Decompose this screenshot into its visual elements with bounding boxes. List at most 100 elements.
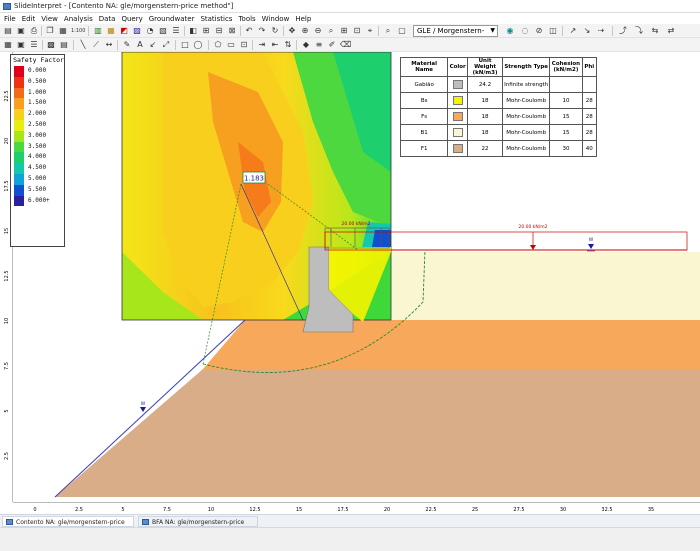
- select-icon[interactable]: ▭: [226, 40, 236, 50]
- horizontal-ruler: 0 2.5 5 7.5 10 12.5 15 17.5 20 22.5 25 2…: [13, 502, 700, 514]
- water-table-icon-left: [140, 407, 146, 412]
- menu-groundwater[interactable]: Groundwater: [149, 15, 195, 23]
- arrow-tool-3-icon[interactable]: ⇢: [596, 26, 606, 36]
- menu-data[interactable]: Data: [99, 15, 116, 23]
- mode-icon[interactable]: ▢: [397, 26, 407, 36]
- model-workspace[interactable]: 22.5 20 17.5 15 12.5 10 7.5 5 2.5 1.183 …: [0, 52, 700, 514]
- move-icon[interactable]: ⇥: [257, 40, 267, 50]
- nav-2-icon[interactable]: ⤵: [634, 26, 644, 36]
- zoom-scale-label[interactable]: 1:100: [71, 26, 85, 36]
- zoom-in-icon[interactable]: ⊕: [300, 26, 310, 36]
- nav-3-icon[interactable]: ⇆: [650, 26, 660, 36]
- color-icon[interactable]: ◆: [301, 40, 311, 50]
- flip-icon[interactable]: ⇅: [283, 40, 293, 50]
- line-style-icon[interactable]: ≡: [314, 40, 324, 50]
- menu-help[interactable]: Help: [295, 15, 311, 23]
- grid-icon[interactable]: ▦: [106, 26, 116, 36]
- undo-icon[interactable]: ↶: [244, 26, 254, 36]
- arrow-icon[interactable]: ↙: [148, 40, 158, 50]
- menu-file[interactable]: File: [4, 15, 16, 23]
- legend-label: 3.000: [28, 131, 47, 139]
- pan-icon[interactable]: ✥: [287, 26, 297, 36]
- arrow-tool-2-icon[interactable]: ↘: [582, 26, 592, 36]
- doc-tab-bfa[interactable]: BFA NA: gle/morgenstern-price method": [138, 516, 258, 537]
- legend-item: 3.500: [14, 141, 64, 153]
- analysis-method-select[interactable]: GLE / Morgenstern-Price ▼: [413, 25, 498, 45]
- min-surface-icon[interactable]: ◉: [505, 26, 515, 36]
- material-color: [447, 76, 469, 93]
- eraser-icon[interactable]: ⌫: [340, 40, 351, 50]
- arrow-tool-1-icon[interactable]: ↗: [568, 26, 578, 36]
- fill-icon[interactable]: ▤: [59, 40, 69, 50]
- drawing-toolbar: ▦ ▣ ☰ ▩ ▤ ╲ ⟋ ↔ ✎ A ↙ ⤢ □ ◯ ⬠ ▭ ⊡ ⇥ ⇤ ⇅ …: [0, 38, 700, 52]
- image-icon[interactable]: ▦: [58, 26, 68, 36]
- ruler-x-label: 0: [33, 507, 36, 513]
- legend-label: 5.500: [28, 185, 47, 193]
- menu-query[interactable]: Query: [121, 15, 142, 23]
- phi: 40: [581, 140, 598, 157]
- surfaces-icon[interactable]: ◔: [145, 26, 155, 36]
- legend-label: 0.500: [28, 77, 47, 85]
- query-icon[interactable]: ⊟: [214, 26, 224, 36]
- cohesion: [549, 76, 583, 93]
- zoom-out-icon[interactable]: ⊖: [313, 26, 323, 36]
- dimension-icon[interactable]: ↔: [104, 40, 114, 50]
- zoom-all-icon[interactable]: ⊞: [339, 26, 349, 36]
- material-name: Gabião: [399, 76, 449, 93]
- rotate-icon[interactable]: ↻: [270, 26, 280, 36]
- all-surfaces-icon[interactable]: ◌: [520, 26, 530, 36]
- search-icon[interactable]: ⌕: [383, 26, 393, 36]
- redo-icon[interactable]: ↷: [257, 26, 267, 36]
- line-icon[interactable]: ╲: [78, 40, 88, 50]
- legend-swatch: [14, 66, 24, 77]
- open-icon[interactable]: ▤: [3, 26, 13, 36]
- menu-edit[interactable]: Edit: [22, 15, 36, 23]
- filter-icon[interactable]: ⊘: [534, 26, 544, 36]
- ruler-y-label: 2.5: [4, 452, 10, 460]
- report-icon[interactable]: ☰: [171, 26, 181, 36]
- zoom-slope-icon[interactable]: ⊡: [352, 26, 362, 36]
- save-icon[interactable]: ▣: [16, 26, 26, 36]
- text-icon[interactable]: A: [135, 40, 145, 50]
- nav-1-icon[interactable]: ⤴: [618, 26, 628, 36]
- view-icon[interactable]: ◧: [188, 26, 198, 36]
- polygon-icon[interactable]: ⬠: [213, 40, 223, 50]
- ruler-x-label: 2.5: [75, 507, 83, 513]
- legend-label: 6.000+: [28, 196, 50, 204]
- menu-analysis[interactable]: Analysis: [64, 15, 93, 23]
- menu-statistics[interactable]: Statistics: [200, 15, 232, 23]
- brush-icon[interactable]: ✐: [327, 40, 337, 50]
- phi: 28: [581, 92, 598, 109]
- doc-tab-contento[interactable]: Contento NA: gle/morgenstern-price metho…: [2, 516, 134, 537]
- paint-icon[interactable]: ▩: [46, 40, 56, 50]
- graph-icon[interactable]: ⊠: [227, 26, 237, 36]
- zoom-window-icon[interactable]: ⌕: [326, 26, 336, 36]
- align-icon[interactable]: ⇤: [270, 40, 280, 50]
- legend-swatch: [14, 76, 24, 88]
- print-icon[interactable]: ⎙: [29, 26, 39, 36]
- rectangle-icon[interactable]: □: [180, 40, 190, 50]
- pen-icon[interactable]: ✎: [122, 40, 132, 50]
- layers-icon[interactable]: ☰: [29, 40, 39, 50]
- zoom-extents-icon[interactable]: ⌖: [365, 26, 375, 36]
- safety-factor-legend[interactable]: Safety Factor 0.000 0.500 1.000 1.500 2.…: [10, 54, 65, 247]
- legend-item: 4.000: [14, 152, 64, 164]
- chart-icon[interactable]: ▨: [132, 26, 142, 36]
- copy-icon[interactable]: ❐: [45, 26, 55, 36]
- legend-icon[interactable]: ▥: [93, 26, 103, 36]
- slice-icon[interactable]: ▧: [158, 26, 168, 36]
- contour-icon[interactable]: ◩: [119, 26, 129, 36]
- nav-4-icon[interactable]: ⇄: [666, 26, 676, 36]
- edit-vertices-icon[interactable]: ⊡: [239, 40, 249, 50]
- callout-icon[interactable]: ⤢: [161, 40, 171, 50]
- display-icon[interactable]: ▣: [16, 40, 26, 50]
- polyline-icon[interactable]: ⟋: [91, 40, 101, 50]
- table-icon[interactable]: ▦: [3, 40, 13, 50]
- ellipse-icon[interactable]: ◯: [193, 40, 203, 50]
- menu-tools[interactable]: Tools: [238, 15, 255, 23]
- slices-icon[interactable]: ◫: [548, 26, 558, 36]
- water-marker-left: W: [141, 401, 146, 407]
- menu-window[interactable]: Window: [262, 15, 290, 23]
- data-tips-icon[interactable]: ⊞: [201, 26, 211, 36]
- menu-view[interactable]: View: [41, 15, 58, 23]
